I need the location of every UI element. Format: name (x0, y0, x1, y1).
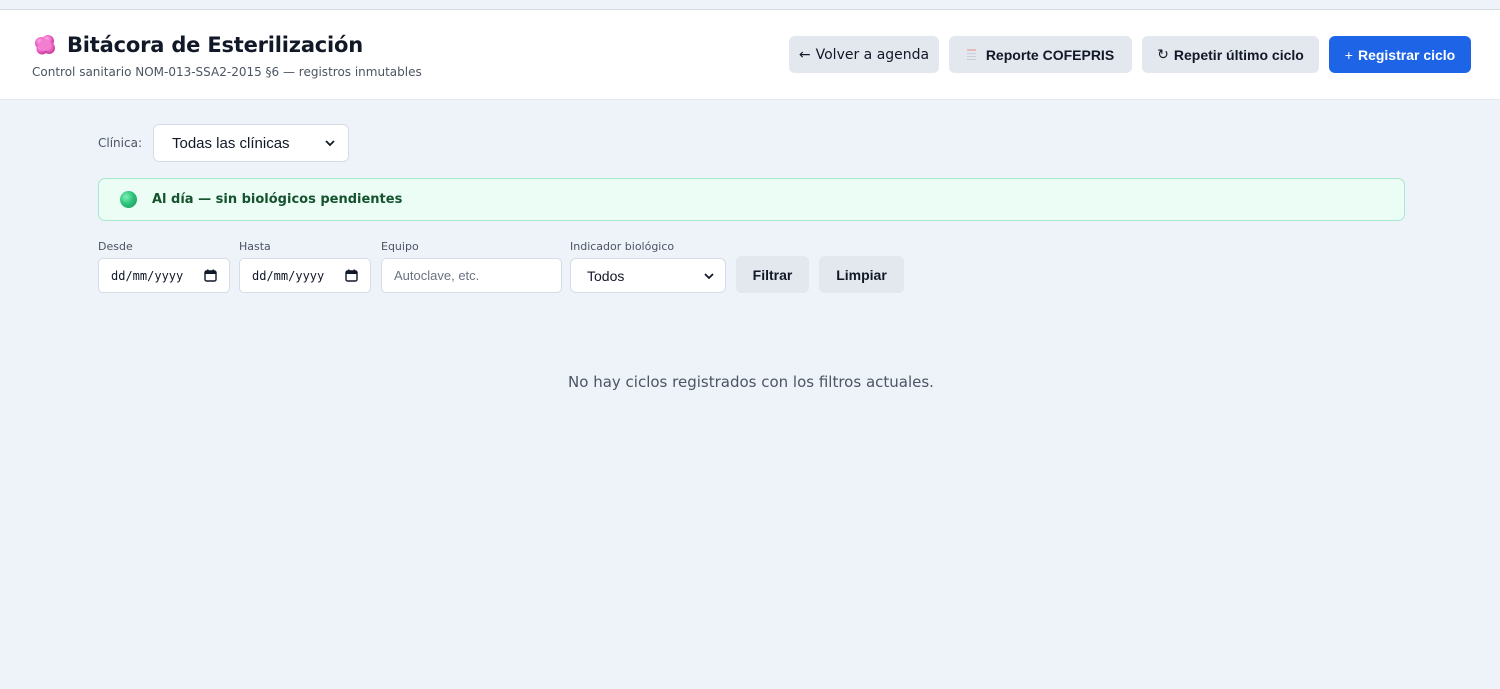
clinic-label: Clínica: (98, 136, 142, 150)
calendar-icon[interactable] (204, 269, 217, 282)
bio-indicator-field: Indicador biológico Todos (570, 240, 726, 293)
refresh-icon: ↻ (1157, 46, 1169, 62)
page-title: Bitácora de Esterilización (67, 33, 364, 57)
filters-row: Desde dd/mm/yyyy Hasta dd/mm/yyyy Equipo (98, 240, 998, 300)
title-row: Bitácora de Esterilización (32, 32, 363, 58)
status-banner: Al día — sin biológicos pendientes (98, 178, 1405, 221)
to-date-label: Hasta (239, 240, 271, 253)
bio-indicator-value: Todos (587, 267, 625, 284)
back-to-agenda-button[interactable]: ← Volver a agenda (789, 36, 939, 73)
repeat-last-cycle-button[interactable]: ↻ Repetir último ciclo (1142, 36, 1319, 73)
from-date-input[interactable]: dd/mm/yyyy (98, 258, 230, 293)
from-date-value: dd/mm/yyyy (111, 268, 184, 283)
filter-button[interactable]: Filtrar (736, 256, 809, 293)
arrow-left-icon: ← (798, 46, 811, 63)
header-actions: ← Volver a agenda Reporte COFEPRIS ↻ Rep… (779, 36, 1471, 73)
register-cycle-label: Registrar ciclo (1357, 46, 1456, 63)
chevron-down-icon (704, 272, 714, 279)
back-to-agenda-label: Volver a agenda (815, 46, 930, 63)
to-date-input[interactable]: dd/mm/yyyy (239, 258, 371, 293)
clinic-select[interactable]: Todas las clínicas (152, 124, 349, 162)
clinic-select-value: Todas las clínicas (171, 134, 290, 152)
calendar-icon[interactable] (345, 269, 358, 282)
to-date-value: dd/mm/yyyy (252, 268, 325, 283)
register-cycle-button[interactable]: + Registrar ciclo (1329, 36, 1471, 73)
bio-indicator-select[interactable]: Todos (570, 258, 726, 293)
page-header: Bitácora de Esterilización Control sanit… (0, 10, 1500, 100)
pink-sterilization-blob-icon (32, 32, 58, 58)
status-text: Al día — sin biológicos pendientes (152, 192, 403, 207)
chevron-down-icon (325, 140, 335, 147)
document-icon (966, 48, 976, 61)
equipment-input[interactable]: Autoclave, etc. (381, 258, 562, 293)
equipment-placeholder: Autoclave, etc. (394, 268, 480, 283)
page-subtitle: Control sanitario NOM-013-SSA2-2015 §6 —… (32, 65, 422, 79)
equipment-field: Equipo Autoclave, etc. (381, 240, 562, 293)
bio-indicator-label: Indicador biológico (570, 240, 675, 253)
empty-state-message: No hay ciclos registrados con los filtro… (568, 373, 934, 391)
plus-icon: + (1344, 46, 1353, 63)
from-date-label: Desde (98, 240, 133, 253)
clear-button[interactable]: Limpiar (819, 256, 904, 293)
equipment-label: Equipo (381, 240, 419, 253)
status-ok-dot-icon (120, 191, 137, 208)
cofepris-report-button[interactable]: Reporte COFEPRIS (949, 36, 1132, 73)
to-date-field: Hasta dd/mm/yyyy (239, 240, 371, 293)
cofepris-report-label: Reporte COFEPRIS (985, 46, 1115, 63)
clinic-filter-row: Clínica: Todas las clínicas (98, 124, 349, 162)
from-date-field: Desde dd/mm/yyyy (98, 240, 230, 293)
repeat-last-cycle-label: Repetir último ciclo (1173, 46, 1304, 63)
